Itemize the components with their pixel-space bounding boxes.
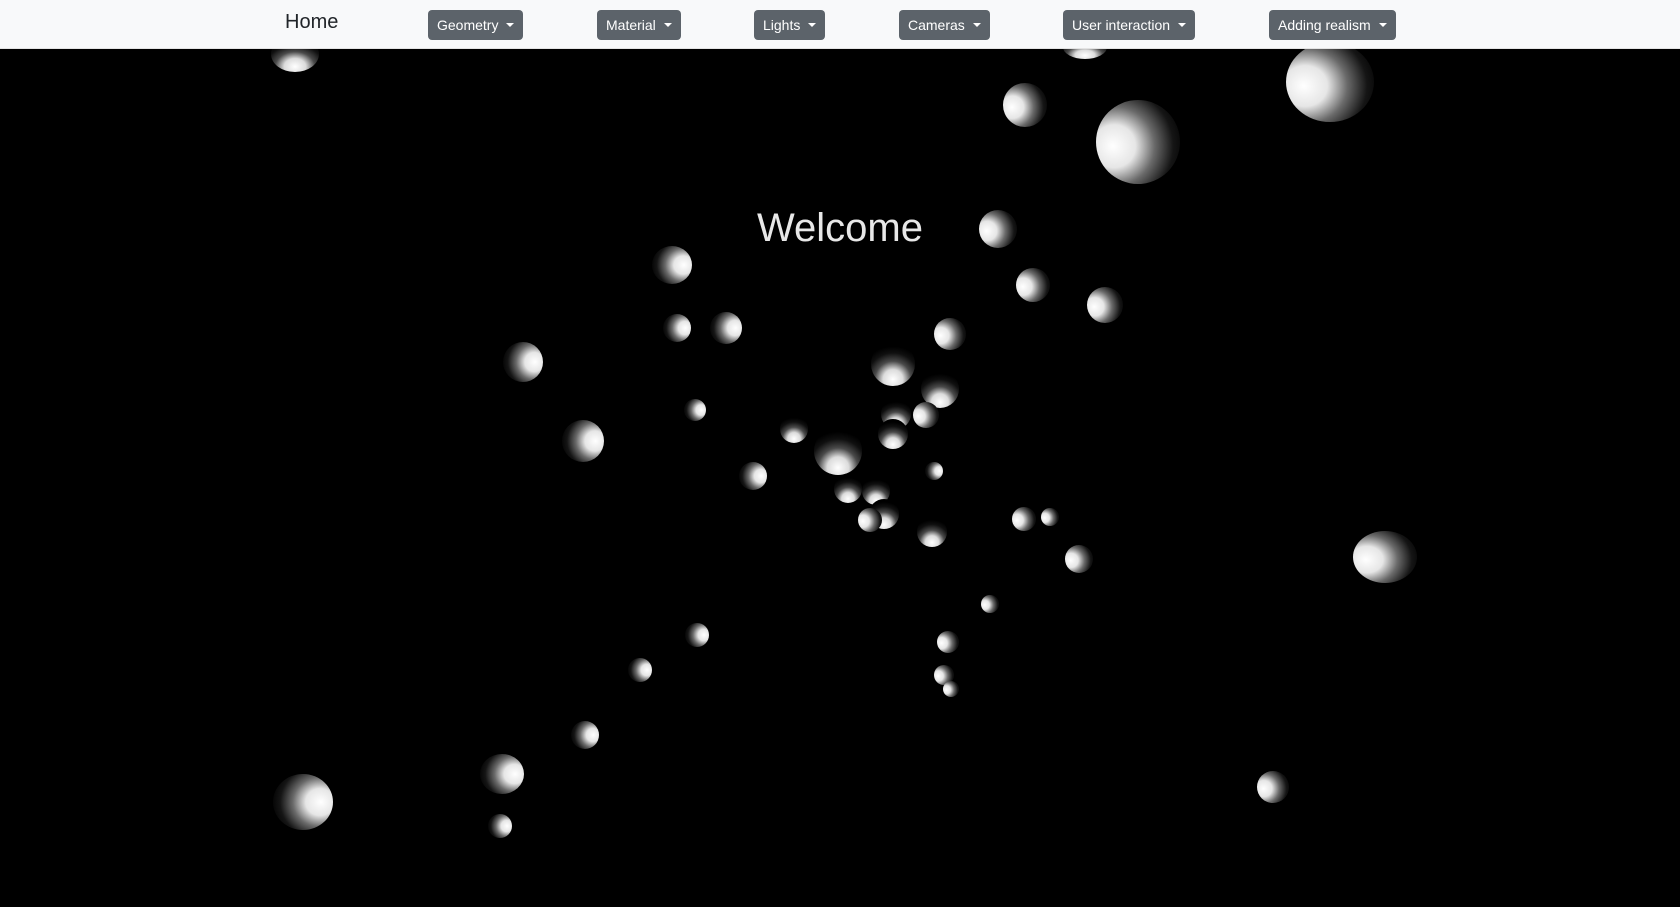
caret-down-icon [1178,23,1187,27]
sphere [1257,771,1289,803]
sphere [684,399,706,421]
geometry-dropdown-button[interactable]: Geometry [428,10,524,40]
sphere [1353,531,1417,583]
material-dropdown-label: Material [606,17,656,33]
sphere-field [271,49,1417,838]
caret-down-icon [1378,23,1387,27]
sphere [652,246,692,284]
sphere [878,419,908,449]
sphere [1096,100,1180,184]
top-navbar: Home Geometry Material Lights Cameras Us… [0,0,1680,49]
material-dropdown-button[interactable]: Material [597,10,681,40]
sphere [1041,508,1059,526]
adding-realism-dropdown-button[interactable]: Adding realism [1269,10,1396,40]
cameras-dropdown-button[interactable]: Cameras [899,10,990,40]
sphere [1065,545,1093,573]
sphere [1286,49,1374,122]
sphere [913,402,939,428]
sphere [858,508,882,532]
adding-realism-dropdown-label: Adding realism [1278,17,1371,33]
sphere [271,49,319,72]
sphere [934,318,966,350]
welcome-heading: Welcome [757,206,923,250]
sphere [780,415,808,443]
sphere [273,774,333,830]
sphere [488,814,512,838]
3d-canvas[interactable]: Welcome [0,49,1680,907]
caret-down-icon [663,23,672,27]
lights-dropdown-label: Lights [763,17,801,33]
sphere [628,658,652,682]
sphere [571,721,599,749]
user-interaction-dropdown-label: User interaction [1072,17,1171,33]
sphere [685,623,709,647]
caret-down-icon [808,23,817,27]
sphere [814,427,862,475]
sphere [871,342,915,386]
sphere [562,420,604,462]
sphere [480,754,524,794]
sphere [739,462,767,490]
sphere [981,595,999,613]
caret-down-icon [972,23,981,27]
sphere [925,462,943,480]
sphere [834,475,862,503]
cameras-dropdown-label: Cameras [908,17,965,33]
sphere [943,681,959,697]
sphere [1003,83,1047,127]
sphere [1012,507,1036,531]
sphere [1016,268,1050,302]
sphere [663,314,691,342]
sphere [710,312,742,344]
sphere [1063,49,1107,59]
sphere [503,342,543,382]
user-interaction-dropdown-button[interactable]: User interaction [1063,10,1196,40]
caret-down-icon [506,23,515,27]
sphere [1087,287,1123,323]
geometry-dropdown-label: Geometry [437,17,499,33]
home-link[interactable]: Home [285,11,338,34]
sphere [917,517,947,547]
sphere [937,631,959,653]
lights-dropdown-button[interactable]: Lights [754,10,826,40]
